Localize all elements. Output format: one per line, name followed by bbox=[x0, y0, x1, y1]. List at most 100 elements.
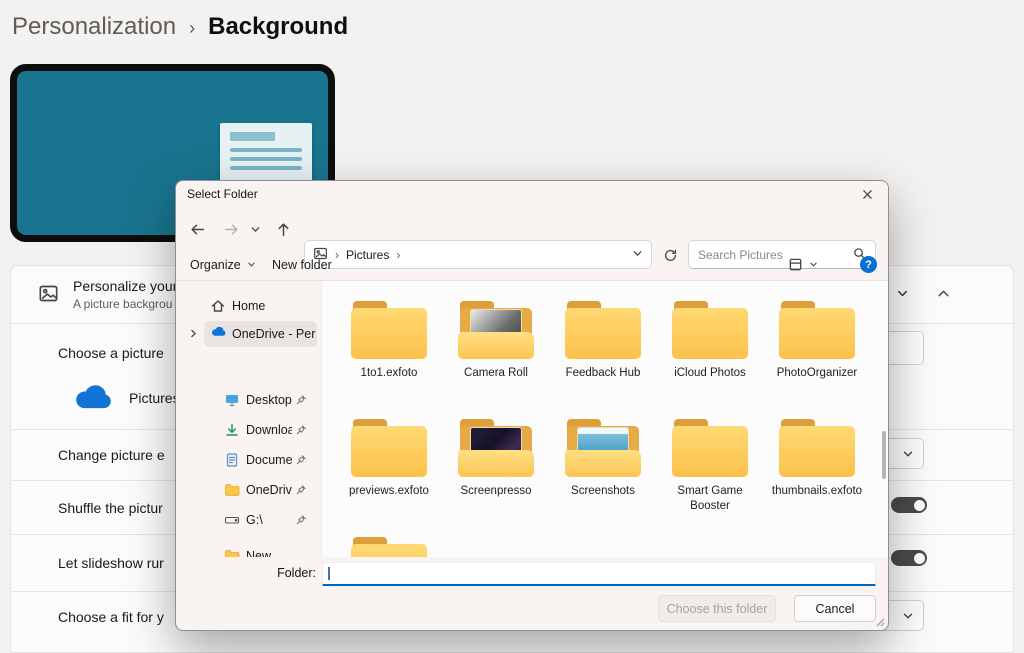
document-icon bbox=[220, 123, 312, 185]
row-personalize-title: Personalize your bbox=[73, 278, 177, 294]
settings-window: Personalization › Background Personalize… bbox=[0, 0, 1024, 653]
onedrive-cloud-icon bbox=[210, 326, 226, 342]
folder-name-row: Folder: bbox=[176, 557, 888, 593]
sidebar-item-label: Documents bbox=[246, 453, 292, 467]
sidebar-item-downloads[interactable]: Downloads bbox=[176, 417, 321, 443]
folder-item[interactable]: 1to1.exfoto bbox=[339, 301, 439, 381]
section-collapse-chevron-up-icon[interactable] bbox=[936, 286, 951, 306]
row-change-every-title: Change picture e bbox=[58, 447, 165, 463]
picture-icon bbox=[38, 283, 59, 304]
sidebar-item-label: OneDrive bbox=[246, 483, 292, 497]
folder-icon bbox=[351, 419, 427, 477]
organize-menu[interactable]: Organize bbox=[190, 249, 256, 280]
dialog-toolbar: Organize New folder ? bbox=[176, 249, 888, 281]
pin-icon bbox=[295, 424, 307, 436]
row-slideshow-title: Let slideshow rur bbox=[58, 555, 164, 571]
sidebar-item-g-drive[interactable]: G:\ bbox=[176, 507, 321, 533]
help-icon[interactable]: ? bbox=[860, 256, 877, 273]
folder-icon bbox=[565, 419, 641, 477]
folder-name: thumbnails.exfoto bbox=[767, 484, 867, 499]
sidebar-item-label: Desktop bbox=[246, 393, 292, 407]
folder-icon bbox=[779, 419, 855, 477]
resize-grip[interactable] bbox=[873, 615, 886, 628]
sidebar-item-desktop[interactable]: Desktop bbox=[176, 387, 321, 413]
breadcrumb-current: Background bbox=[208, 13, 348, 41]
breadcrumb-parent[interactable]: Personalization bbox=[12, 13, 176, 41]
folder-icon bbox=[672, 301, 748, 359]
folder-item[interactable]: PhotoOrganizer bbox=[767, 301, 867, 381]
new-folder-button[interactable]: New folder bbox=[272, 249, 332, 280]
folder-item[interactable]: Screenshots bbox=[553, 419, 653, 499]
expand-chevron-icon[interactable] bbox=[188, 328, 199, 339]
forward-button[interactable] bbox=[218, 216, 244, 242]
row-fit-title: Choose a fit for y bbox=[58, 609, 164, 625]
file-list: 1to1.exfoto Camera Roll Feedback Hub iCl… bbox=[321, 281, 889, 557]
organize-label: Organize bbox=[190, 258, 241, 272]
recent-locations-chevron-icon[interactable] bbox=[246, 216, 264, 242]
pin-icon bbox=[295, 484, 307, 496]
pin-icon bbox=[295, 514, 307, 526]
sidebar-item-label: G:\ bbox=[246, 513, 292, 527]
folder-icon bbox=[779, 301, 855, 359]
folder-item[interactable]: thumbnails.exfoto bbox=[767, 419, 867, 499]
sidebar-item-label: New bbox=[246, 549, 292, 557]
folder-name: Screenpresso bbox=[446, 484, 546, 499]
close-button[interactable] bbox=[846, 181, 888, 207]
choose-this-folder-button[interactable]: Choose this folder bbox=[658, 595, 776, 622]
folder-icon bbox=[458, 301, 534, 359]
shuffle-toggle[interactable] bbox=[891, 497, 927, 513]
folder-name: Smart Game Booster bbox=[660, 484, 760, 514]
breadcrumb-separator: › bbox=[189, 15, 195, 39]
folder-name: Camera Roll bbox=[446, 366, 546, 381]
folder-name: Screenshots bbox=[553, 484, 653, 499]
folder-item[interactable]: previews.exfoto bbox=[339, 419, 439, 499]
pin-icon bbox=[295, 454, 307, 466]
dialog-sidebar: Home OneDrive - Perso Desktop bbox=[176, 281, 321, 557]
view-options-button[interactable] bbox=[788, 249, 818, 280]
downloads-icon bbox=[224, 422, 240, 438]
folder-name: iCloud Photos bbox=[660, 366, 760, 381]
row-shuffle-title: Shuffle the pictur bbox=[58, 500, 163, 516]
sidebar-item-onedrive-folder[interactable]: OneDrive bbox=[176, 477, 321, 503]
folder-icon bbox=[351, 301, 427, 359]
folder-input[interactable] bbox=[322, 562, 876, 586]
folder-name: 1to1.exfoto bbox=[339, 366, 439, 381]
documents-icon bbox=[224, 452, 240, 468]
folder-icon bbox=[224, 548, 240, 557]
folder-item[interactable]: Screenpresso bbox=[446, 419, 546, 499]
onedrive-cloud-icon bbox=[71, 384, 115, 413]
folder-field-label: Folder: bbox=[246, 566, 316, 580]
sidebar-item-label: OneDrive - Perso bbox=[232, 327, 316, 341]
sidebar-item-home[interactable]: Home bbox=[176, 293, 321, 319]
cancel-button[interactable]: Cancel bbox=[794, 595, 876, 622]
background-type-chevron-down-icon[interactable] bbox=[896, 287, 909, 305]
text-caret bbox=[328, 567, 330, 580]
select-folder-dialog: Select Folder › Pictur bbox=[175, 180, 889, 631]
sidebar-item-new-partial[interactable]: New bbox=[176, 543, 321, 557]
sidebar-item-label: Downloads bbox=[246, 423, 292, 437]
folder-item[interactable]: Feedback Hub bbox=[553, 301, 653, 381]
row-choose-picture-title: Choose a picture bbox=[58, 345, 164, 361]
recent-image-label[interactable]: Pictures bbox=[129, 390, 180, 406]
folder-item[interactable]: Camera Roll bbox=[446, 301, 546, 381]
dialog-title: Select Folder bbox=[187, 187, 258, 201]
new-folder-label: New folder bbox=[272, 258, 332, 272]
folder-item[interactable]: Smart Game Booster bbox=[660, 419, 760, 514]
folder-icon bbox=[224, 482, 240, 498]
desktop-icon bbox=[224, 392, 240, 408]
sidebar-item-label: Home bbox=[232, 299, 294, 313]
up-button[interactable] bbox=[270, 216, 296, 242]
folder-icon bbox=[565, 301, 641, 359]
folder-icon bbox=[351, 537, 427, 557]
dialog-buttons: Choose this folder Cancel bbox=[176, 595, 888, 625]
sidebar-item-onedrive-personal[interactable]: OneDrive - Perso bbox=[176, 321, 321, 347]
sidebar-item-documents[interactable]: Documents bbox=[176, 447, 321, 473]
row-personalize-subtitle: A picture backgrou bbox=[73, 297, 172, 311]
folder-item-partial[interactable] bbox=[339, 537, 439, 557]
folder-item[interactable]: iCloud Photos bbox=[660, 301, 760, 381]
slideshow-battery-toggle[interactable] bbox=[891, 550, 927, 566]
file-list-scrollbar[interactable] bbox=[882, 431, 886, 479]
back-button[interactable] bbox=[184, 216, 210, 242]
folder-name: PhotoOrganizer bbox=[767, 366, 867, 381]
dialog-titlebar[interactable]: Select Folder bbox=[176, 181, 888, 207]
